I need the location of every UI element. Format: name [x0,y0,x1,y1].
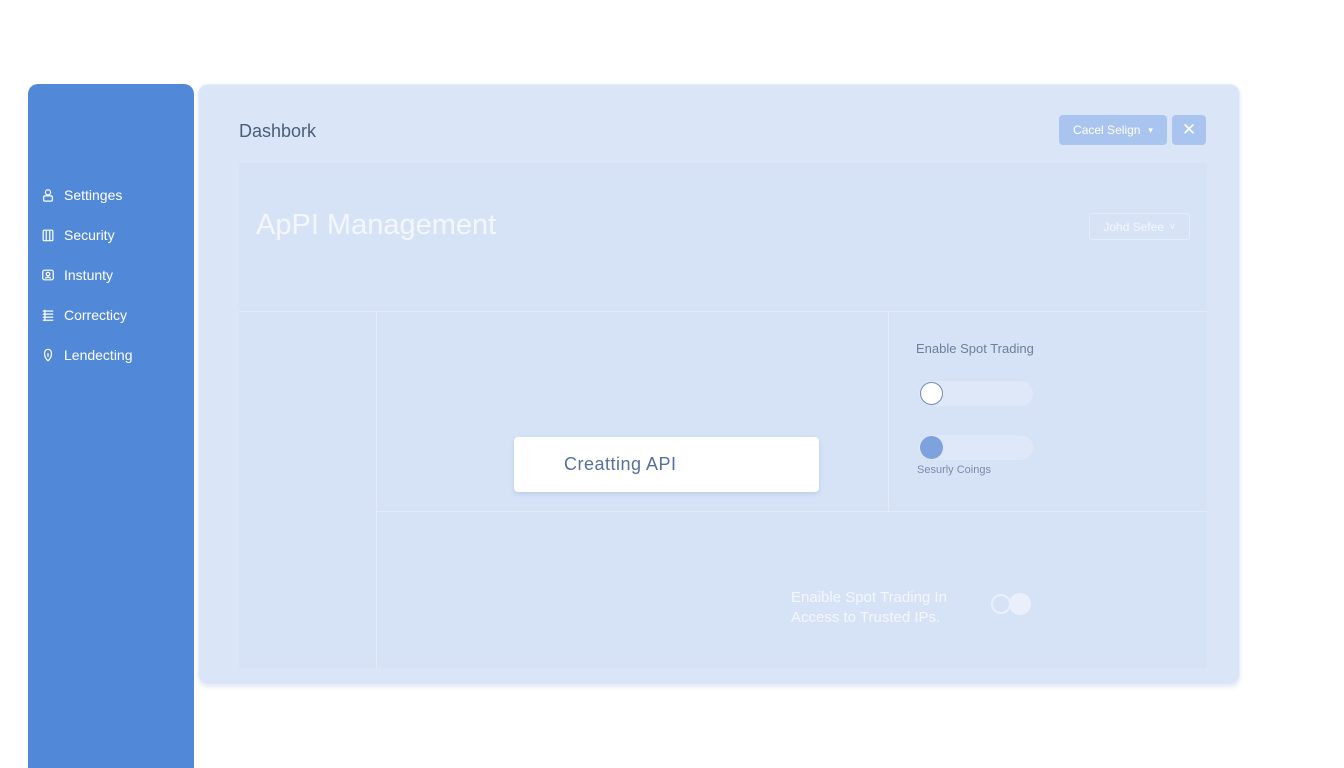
card-title: ApPI Management [256,209,497,241]
divider [239,311,1207,312]
sidebar: Settinges Security Instunty Correcticy L… [28,84,194,768]
description-line: Enaible Spot Trading In [791,589,947,606]
dropdown-label: Johd Sefee [1103,219,1165,234]
sidebar-item-settings[interactable]: Settinges [40,184,186,206]
divider [376,511,1207,512]
trusted-ips-description: Enaible Spot Trading In Access to Truste… [791,588,947,628]
trusted-ips-toggle[interactable] [991,593,1033,615]
dashboard-panel: Dashbork Cacel Selign ▾ ✕ ApPI Managemen… [198,84,1240,685]
toggle-knob [1009,593,1031,615]
sidebar-item-label: Settinges [64,187,123,203]
dropdown-label: Cacel Selign [1073,123,1141,137]
page-title: Dashbork [239,121,317,141]
card-select-dropdown[interactable]: Johd Sefee ∨ [1089,213,1190,240]
sidebar-item-correcticy[interactable]: Correcticy [40,304,186,326]
sidebar-nav: Settinges Security Instunty Correcticy L… [40,184,186,384]
toggle-ring [991,594,1011,614]
close-icon: ✕ [1181,120,1197,139]
divider [376,311,377,668]
close-button[interactable]: ✕ [1172,115,1206,145]
user-lock-icon [40,187,56,203]
divider [888,311,889,511]
sidebar-item-label: Lendecting [64,347,133,363]
toggle-knob [920,436,943,459]
create-api-button[interactable]: Creatting API [514,437,819,492]
spot-trading-toggle[interactable] [919,381,1033,406]
card-header: ApPI Management Johd Sefee ∨ [239,163,1207,311]
create-api-label: Creatting API [564,454,677,474]
sidebar-item-security[interactable]: Security [40,224,186,246]
description-line: Access to Trusted IPs. [791,609,941,626]
clipboard-icon [40,227,56,243]
cancel-select-dropdown[interactable]: Cacel Selign ▾ [1059,115,1167,145]
list-icon [40,307,56,323]
sidebar-item-instunty[interactable]: Instunty [40,264,186,286]
chevron-down-icon: ▾ [1148,124,1153,135]
app-window: Settinges Security Instunty Correcticy L… [0,0,1344,768]
security-label: Sesurly Coings [917,464,991,476]
sidebar-item-label: Security [64,227,115,243]
api-management-card: ApPI Management Johd Sefee ∨ Creatting A… [239,163,1207,668]
shield-icon [40,347,56,363]
spot-trading-label: Enable Spot Trading [916,341,1034,356]
id-card-icon [40,267,56,283]
chevron-down-icon: ∨ [1169,221,1176,231]
sidebar-item-label: Correcticy [64,307,128,323]
sidebar-item-lendecting[interactable]: Lendecting [40,344,186,366]
sidebar-item-label: Instunty [64,267,114,283]
security-toggle[interactable] [919,435,1033,460]
toggle-knob [920,382,943,405]
